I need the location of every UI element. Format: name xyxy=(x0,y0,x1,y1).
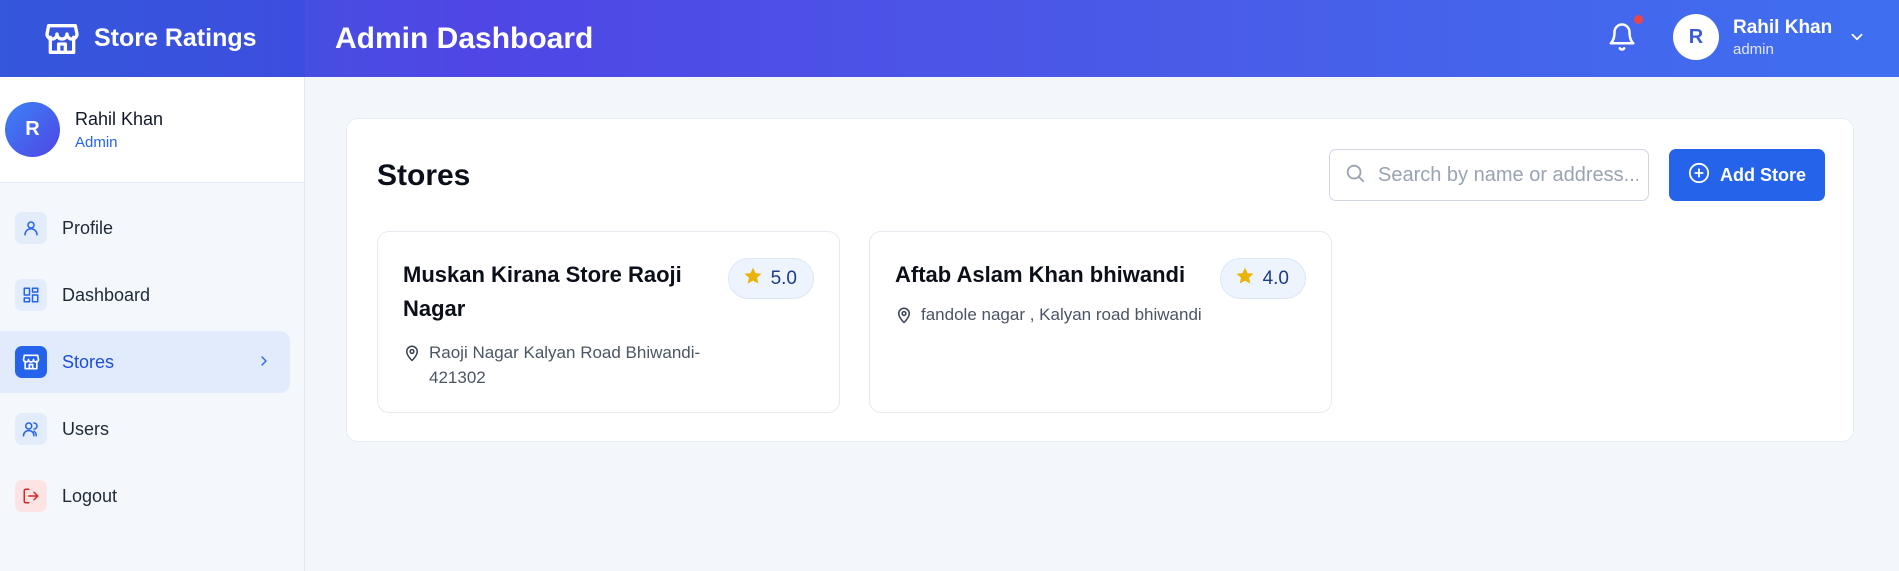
users-icon xyxy=(15,413,47,445)
sidebar-item-label: Stores xyxy=(62,351,115,372)
user-role: admin xyxy=(1733,40,1774,58)
store-icon xyxy=(42,19,82,59)
profile-name: Rahil Khan xyxy=(75,108,164,129)
plus-circle-icon xyxy=(1688,162,1710,189)
address-text: Raoji Nagar Kalyan Road Bhiwandi-421302 xyxy=(429,343,701,387)
brand[interactable]: Store Ratings xyxy=(0,0,305,77)
user-name: Rahil Khan xyxy=(1733,16,1833,38)
sidebar-item-logout[interactable]: Logout xyxy=(0,465,290,527)
sidebar-item-dashboard[interactable]: Dashboard xyxy=(0,264,290,326)
sidebar-nav: Profile Dashboard Stores Users Logout xyxy=(0,183,304,527)
sidebar-item-profile[interactable]: Profile xyxy=(0,197,290,259)
bell-icon[interactable] xyxy=(1607,20,1637,54)
store-card[interactable]: Aftab Aslam Khan bhiwandi 4.0 fandole na… xyxy=(869,231,1332,413)
avatar: R xyxy=(1673,14,1719,60)
user-icon xyxy=(15,212,47,244)
top-header: Store Ratings Admin Dashboard R Rahil Kh… xyxy=(0,0,1899,77)
store-address: fandole nagar , Kalyan road bhiwandi xyxy=(895,302,1295,332)
section-title: Stores xyxy=(377,159,471,192)
store-icon xyxy=(15,346,47,378)
store-name: Aftab Aslam Khan bhiwandi xyxy=(895,262,1186,287)
add-store-button[interactable]: Add Store xyxy=(1669,149,1825,201)
search-input[interactable] xyxy=(1378,163,1638,187)
notification-dot xyxy=(1634,15,1643,24)
map-pin-icon xyxy=(403,343,421,370)
address-text: fandole nagar , Kalyan road bhiwandi xyxy=(921,305,1202,324)
logout-icon xyxy=(15,480,47,512)
profile-role: Admin xyxy=(75,133,118,151)
rating-value: 5.0 xyxy=(770,267,797,289)
search-box[interactable] xyxy=(1329,149,1649,201)
brand-title: Store Ratings xyxy=(94,24,257,52)
sidebar-item-label: Dashboard xyxy=(62,284,151,305)
sidebar: R Rahil Khan Admin Profile Dashboard Sto… xyxy=(0,77,305,571)
grid-icon xyxy=(15,279,47,311)
rating-badge: 5.0 xyxy=(727,258,814,299)
add-store-label: Add Store xyxy=(1719,164,1806,185)
chevron-right-icon xyxy=(256,353,272,374)
page-title: Admin Dashboard xyxy=(335,21,594,55)
map-pin-icon xyxy=(895,305,913,332)
user-menu[interactable]: R Rahil Khan admin xyxy=(1673,14,1866,60)
sidebar-item-stores[interactable]: Stores xyxy=(0,331,290,393)
sidebar-profile: R Rahil Khan Admin xyxy=(0,77,304,183)
search-icon xyxy=(1344,162,1366,189)
stores-panel: Stores Add Store Muskan Kirana Store Rao… xyxy=(346,118,1854,442)
sidebar-item-label: Users xyxy=(62,418,110,439)
chevron-down-icon[interactable] xyxy=(1848,28,1866,46)
sidebar-item-label: Logout xyxy=(62,485,118,506)
store-address: Raoji Nagar Kalyan Road Bhiwandi-421302 xyxy=(403,340,723,390)
store-card[interactable]: Muskan Kirana Store Raoji Nagar 5.0 Raoj… xyxy=(377,231,840,413)
rating-badge: 4.0 xyxy=(1219,258,1306,299)
sidebar-item-users[interactable]: Users xyxy=(0,398,290,460)
star-icon xyxy=(1235,266,1255,292)
sidebar-item-label: Profile xyxy=(62,217,114,238)
avatar: R xyxy=(5,102,60,157)
rating-value: 4.0 xyxy=(1262,267,1289,289)
store-name: Muskan Kirana Store Raoji Nagar xyxy=(403,262,682,321)
star-icon xyxy=(743,266,763,292)
